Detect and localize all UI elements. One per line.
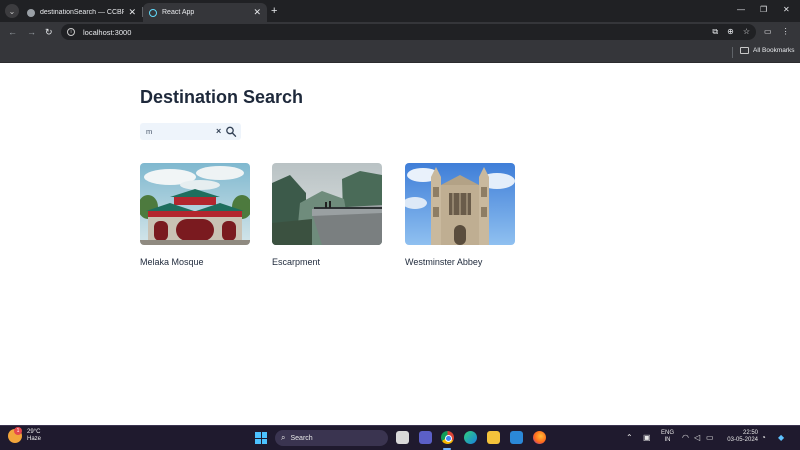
bookmarks-divider	[732, 47, 733, 58]
tray-app-icon[interactable]: ▣	[643, 432, 651, 444]
escarpment-image	[272, 163, 382, 245]
forward-icon[interactable]: →	[27, 26, 36, 38]
clock-time: 22:50	[742, 430, 758, 436]
back-icon[interactable]: ←	[8, 26, 17, 38]
search-box: ×	[140, 123, 241, 140]
weather-condition: Haze	[27, 436, 42, 442]
destination-name: Westminster Abbey	[405, 257, 483, 267]
extension-area: ▭ ⋮	[764, 26, 790, 38]
battery-icon[interactable]: ▭	[706, 432, 714, 444]
melaka-mosque-image	[140, 163, 250, 245]
westminster-abbey-image	[405, 163, 515, 245]
restore-icon[interactable]: ❐	[760, 4, 767, 16]
language-indicator[interactable]: ENG IN	[661, 430, 674, 444]
search-icon[interactable]	[225, 125, 237, 138]
file-explorer-icon[interactable]	[487, 431, 500, 444]
omnibox-actions: ⧉ ⊕ ☆	[712, 26, 750, 38]
bookmarks-bar: All Bookmarks	[0, 42, 800, 63]
taskbar-search[interactable]: ⌕ Search	[275, 430, 388, 446]
taskbar-search-label: Search	[290, 434, 313, 442]
destination-name: Melaka Mosque	[140, 257, 204, 267]
weather-temp: 29°C	[27, 429, 41, 435]
edge-icon[interactable]	[464, 431, 477, 444]
tab-search-icon[interactable]: ⌄	[5, 4, 19, 18]
new-tab-icon[interactable]: +	[271, 4, 277, 18]
firefox-icon[interactable]	[533, 431, 546, 444]
window-close-icon[interactable]: ✕	[783, 4, 790, 16]
destination-name: Escarpment	[272, 257, 321, 267]
browser-toolbar: ← → ↻ i localhost:3000 ⧉ ⊕ ☆ ▭ ⋮	[0, 22, 800, 42]
install-app-icon[interactable]: ⧉	[712, 26, 718, 38]
task-view-icon[interactable]	[396, 431, 409, 444]
zoom-icon[interactable]: ⊕	[727, 26, 734, 38]
address-bar[interactable]: i localhost:3000 ⧉ ⊕ ☆	[61, 24, 756, 40]
notification-badge: 1	[14, 427, 22, 435]
language-line1: ENG	[661, 430, 675, 436]
browser-tabstrip: ⌄ destinationSearch — CCBP IDE ✕ React A…	[0, 0, 800, 22]
chrome-icon[interactable]	[441, 431, 454, 444]
clear-icon[interactable]: ×	[216, 125, 221, 138]
tab-favicon	[27, 8, 35, 17]
site-info-icon[interactable]: i	[67, 28, 75, 36]
destination-card[interactable]: Westminster Abbey	[405, 163, 515, 267]
weather-icon: 1	[8, 427, 22, 443]
reload-icon[interactable]: ↻	[45, 26, 53, 38]
language-line2: IN	[664, 437, 671, 443]
react-icon	[149, 8, 157, 17]
clock-date: 03-05-2024	[727, 437, 758, 443]
search-input[interactable]	[146, 125, 216, 138]
close-icon[interactable]: ✕	[128, 7, 136, 18]
page-title: Destination Search	[140, 87, 304, 107]
destination-card[interactable]: Escarpment	[272, 163, 382, 267]
teams-icon[interactable]	[419, 431, 432, 444]
taskbar: 1 29°C Haze ⌕ Search ⌃ ▣ ENG IN ◠ ◁ ▭ 22…	[0, 425, 800, 450]
all-bookmarks-button[interactable]: All Bookmarks	[740, 47, 795, 54]
chevron-up-icon[interactable]: ⌃	[626, 432, 633, 444]
weather-widget[interactable]: 1 29°C Haze	[8, 427, 41, 443]
url-text: localhost:3000	[83, 27, 132, 37]
weather-text: 29°C Haze	[27, 429, 41, 443]
bell-icon[interactable]: ◔	[761, 432, 766, 444]
wifi-icon[interactable]: ◠	[682, 432, 689, 444]
volume-icon[interactable]: ◁	[694, 432, 700, 444]
tab-ide[interactable]: destinationSearch — CCBP IDE ✕	[21, 3, 142, 22]
tab-title: React App	[162, 9, 195, 16]
all-bookmarks-label: All Bookmarks	[753, 47, 795, 54]
folder-icon	[740, 47, 749, 54]
close-icon[interactable]: ✕	[253, 7, 261, 18]
bookmark-star-icon[interactable]: ☆	[743, 26, 750, 38]
minimize-icon[interactable]: —	[737, 4, 745, 16]
tab-title: destinationSearch — CCBP IDE	[40, 9, 125, 16]
destination-card[interactable]: Melaka Mosque	[140, 163, 250, 267]
clock[interactable]: 22:50 03-05-2024	[724, 430, 758, 444]
start-icon[interactable]	[255, 432, 267, 444]
search-icon: ⌕	[281, 433, 286, 442]
copilot-icon[interactable]: ◆	[778, 432, 784, 444]
tab-react-app[interactable]: React App ✕	[143, 3, 267, 22]
mail-icon[interactable]	[510, 431, 523, 444]
extension-icon[interactable]: ▭	[764, 26, 772, 38]
menu-icon[interactable]: ⋮	[782, 26, 790, 38]
app-page: Destination Search ×	[0, 63, 800, 425]
